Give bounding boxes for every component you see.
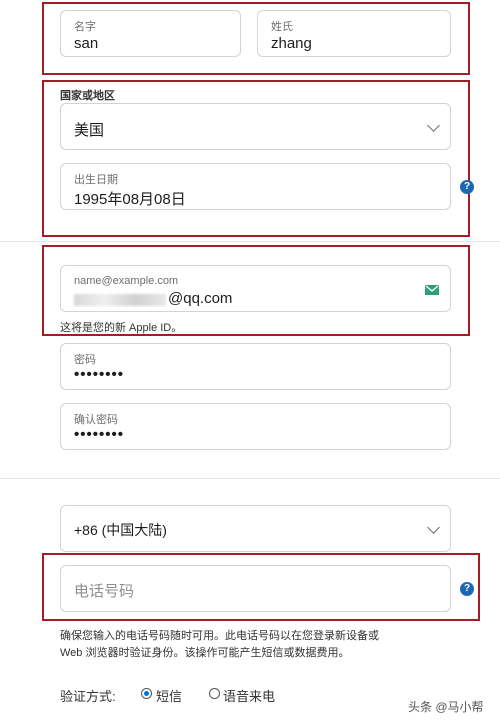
password-field[interactable]: 密码 •••••••• xyxy=(60,343,451,390)
confirm-password-field[interactable]: 确认密码 •••••••• xyxy=(60,403,451,450)
email-placeholder: name@example.com xyxy=(74,275,179,287)
country-code-select[interactable]: +86 (中国大陆) xyxy=(60,505,451,552)
envelope-icon xyxy=(425,285,439,295)
verification-label: 验证方式: xyxy=(60,689,116,704)
birthday-value: 1995年08月08日 xyxy=(74,191,186,208)
email-field[interactable]: name@example.com @qq.com xyxy=(60,265,451,312)
country-code-value: +86 (中国大陆) xyxy=(74,522,167,538)
confirm-password-value: •••••••• xyxy=(74,426,125,443)
email-redacted-blur xyxy=(74,294,166,306)
help-icon[interactable]: ? xyxy=(460,180,474,194)
country-select[interactable]: 美国 xyxy=(60,103,451,150)
sms-radio[interactable] xyxy=(141,688,152,699)
divider xyxy=(0,478,500,479)
first-name-field[interactable]: 名字 san xyxy=(60,10,241,57)
first-name-value: san xyxy=(74,35,99,52)
first-name-label: 名字 xyxy=(74,21,96,33)
country-value: 美国 xyxy=(74,122,105,139)
password-label: 密码 xyxy=(74,354,96,366)
last-name-field[interactable]: 姓氏 zhang xyxy=(257,10,451,57)
phone-notice-line1: 确保您输入的电话号码随时可用。此电话号码以在您登录新设备或 xyxy=(60,630,379,642)
watermark: 头条 @马小帮 xyxy=(408,700,484,714)
email-note: 这将是您的新 Apple ID。 xyxy=(60,322,183,334)
divider xyxy=(0,241,500,242)
voice-call-label[interactable]: 语音来电 xyxy=(223,686,275,705)
sms-label[interactable]: 短信 xyxy=(156,686,182,705)
password-value: •••••••• xyxy=(74,366,125,383)
last-name-label: 姓氏 xyxy=(271,21,293,33)
confirm-password-label: 确认密码 xyxy=(74,414,118,426)
last-name-value: zhang xyxy=(271,35,312,52)
help-icon[interactable]: ? xyxy=(460,582,474,596)
phone-notice-line2: Web 浏览器时验证身份。该操作可能产生短信或数据费用。 xyxy=(60,647,350,659)
phone-placeholder: 电话号码 xyxy=(74,583,135,600)
chevron-down-icon xyxy=(427,119,440,132)
chevron-down-icon xyxy=(427,521,440,534)
birthday-field[interactable]: 出生日期 1995年08月08日 xyxy=(60,163,451,210)
voice-call-radio[interactable] xyxy=(209,688,220,699)
phone-number-field[interactable]: 电话号码 xyxy=(60,565,451,612)
country-heading: 国家或地区 xyxy=(60,90,115,102)
birthday-label: 出生日期 xyxy=(74,174,118,186)
email-value-suffix: @qq.com xyxy=(168,290,233,307)
